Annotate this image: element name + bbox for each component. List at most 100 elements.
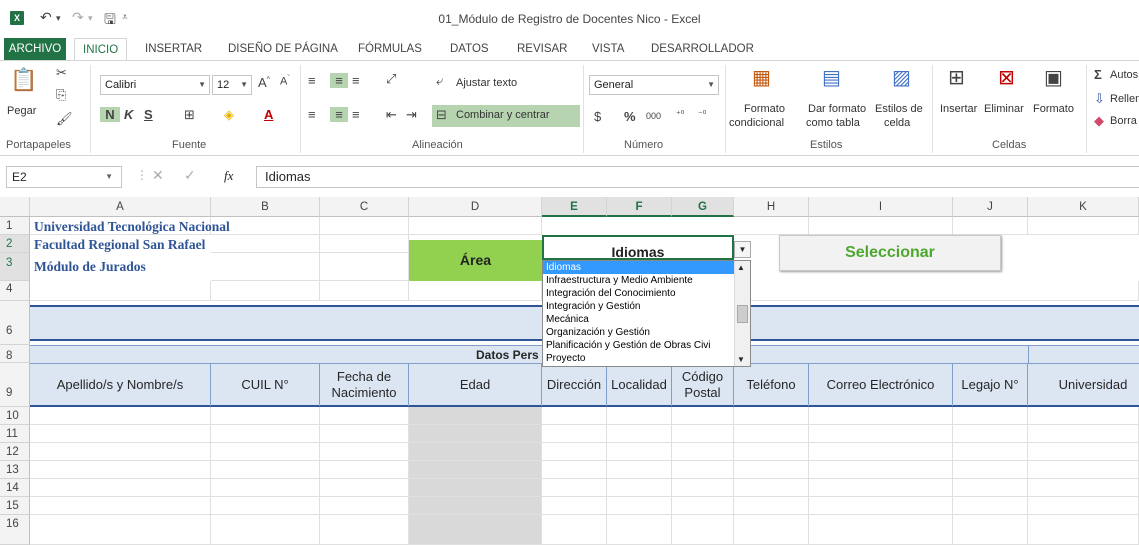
cell[interactable]: [211, 235, 320, 253]
table-cell[interactable]: [734, 515, 809, 545]
table-cell[interactable]: [30, 461, 211, 479]
orientation-icon[interactable]: ⤢: [386, 71, 396, 87]
increase-indent-icon[interactable]: ⇥: [406, 107, 417, 123]
format-as-table-icon[interactable]: ▤: [822, 65, 841, 90]
tab-formulas[interactable]: FÓRMULAS: [358, 38, 422, 60]
insert-cells-button[interactable]: Insertar: [940, 103, 977, 115]
align-bottom-icon[interactable]: ≡: [352, 73, 360, 88]
clear-icon[interactable]: ◆: [1094, 113, 1104, 129]
table-cell[interactable]: [953, 479, 1028, 497]
table-cell[interactable]: [320, 479, 409, 497]
row-header-13[interactable]: 13: [0, 461, 30, 479]
table-cell[interactable]: [211, 425, 320, 443]
table-cell[interactable]: [409, 479, 542, 497]
table-cell[interactable]: [542, 497, 607, 515]
scroll-up-icon[interactable]: ▲: [737, 263, 745, 272]
table-cell[interactable]: [1028, 497, 1139, 515]
dropdown-item[interactable]: Infraestructura y Medio Ambiente: [543, 274, 735, 287]
column-header-i[interactable]: I: [809, 197, 953, 217]
number-format-combo[interactable]: General ▼: [589, 75, 719, 95]
enter-icon[interactable]: ✓: [184, 167, 196, 184]
font-name-combo[interactable]: Calibri ▼: [100, 75, 210, 95]
row-header-2[interactable]: 2: [0, 235, 30, 253]
percent-button[interactable]: %: [624, 109, 636, 124]
row-header-16[interactable]: 16: [0, 515, 30, 545]
dropdown-scrollbar[interactable]: ▲ ▼: [734, 261, 750, 366]
column-header-a[interactable]: A: [30, 197, 211, 217]
table-cell[interactable]: [320, 515, 409, 545]
dropdown-item[interactable]: Mecánica: [543, 313, 735, 326]
table-cell[interactable]: [607, 479, 672, 497]
table-cell[interactable]: [734, 479, 809, 497]
table-cell[interactable]: [211, 407, 320, 425]
decrease-decimal-icon[interactable]: ⁻⁰: [698, 109, 706, 120]
table-cell[interactable]: [1028, 515, 1139, 545]
tab-revisar[interactable]: REVISAR: [517, 38, 568, 60]
table-cell[interactable]: [30, 407, 211, 425]
table-cell[interactable]: [672, 425, 734, 443]
column-header-f[interactable]: F: [607, 197, 672, 217]
insert-cells-icon[interactable]: ⊞: [948, 65, 965, 90]
cell[interactable]: [211, 281, 320, 301]
autosum-button[interactable]: Autos: [1110, 69, 1138, 81]
cell-styles-label-1[interactable]: Estilos de: [875, 103, 923, 115]
row-header-14[interactable]: 14: [0, 479, 30, 497]
table-cell[interactable]: [1028, 479, 1139, 497]
table-cell[interactable]: [320, 407, 409, 425]
table-cell[interactable]: [672, 407, 734, 425]
table-cell[interactable]: [734, 425, 809, 443]
table-cell[interactable]: [542, 407, 607, 425]
dropdown-item[interactable]: Planificación y Gestión de Obras Civi: [543, 339, 735, 352]
table-cell[interactable]: [734, 407, 809, 425]
table-cell[interactable]: [953, 515, 1028, 545]
tab-diseno-pagina[interactable]: DISEÑO DE PÁGINA: [228, 38, 338, 60]
scroll-thumb[interactable]: [737, 305, 748, 323]
table-cell[interactable]: [734, 497, 809, 515]
table-cell[interactable]: [672, 479, 734, 497]
table-cell[interactable]: [409, 497, 542, 515]
row-header-10[interactable]: 10: [0, 407, 30, 425]
table-cell[interactable]: [809, 443, 953, 461]
copy-icon[interactable]: ⎘: [56, 87, 66, 103]
formula-input[interactable]: Idiomas: [256, 166, 1139, 188]
autosum-icon[interactable]: Σ: [1094, 67, 1102, 82]
format-cells-button[interactable]: Formato: [1033, 103, 1074, 115]
table-cell[interactable]: [211, 497, 320, 515]
row-header-9[interactable]: 9: [0, 363, 30, 407]
dropdown-item[interactable]: Idiomas: [543, 261, 735, 274]
cell-styles-icon[interactable]: ▨: [892, 65, 911, 90]
table-cell[interactable]: [672, 443, 734, 461]
conditional-format-label-1[interactable]: Formato: [744, 103, 785, 115]
fill-icon[interactable]: ⇩: [1094, 91, 1105, 107]
wrap-text-button[interactable]: Ajustar texto: [456, 77, 517, 89]
increase-decimal-icon[interactable]: ⁺⁰: [676, 109, 684, 120]
cell[interactable]: [409, 281, 542, 301]
cell[interactable]: [734, 217, 809, 235]
table-cell[interactable]: [607, 515, 672, 545]
table-cell[interactable]: [953, 497, 1028, 515]
format-as-table-label-1[interactable]: Dar formato: [808, 103, 866, 115]
thousands-button[interactable]: 000: [646, 111, 661, 121]
table-cell[interactable]: [953, 461, 1028, 479]
table-cell[interactable]: [211, 479, 320, 497]
cell[interactable]: [734, 281, 1139, 301]
table-cell[interactable]: [1028, 425, 1139, 443]
cell[interactable]: [320, 281, 409, 301]
table-cell[interactable]: [672, 497, 734, 515]
table-cell[interactable]: [607, 425, 672, 443]
font-color-icon[interactable]: A: [264, 107, 273, 122]
table-cell[interactable]: [320, 461, 409, 479]
table-cell[interactable]: [320, 443, 409, 461]
column-header-e[interactable]: E: [542, 197, 607, 217]
cell[interactable]: [30, 281, 211, 301]
table-cell[interactable]: [953, 407, 1028, 425]
align-right-icon[interactable]: ≡: [352, 107, 360, 122]
paste-button[interactable]: Pegar: [7, 105, 36, 117]
table-cell[interactable]: [672, 461, 734, 479]
row-header-1[interactable]: 1: [0, 217, 30, 235]
scroll-down-icon[interactable]: ▼: [737, 355, 745, 364]
wrap-text-icon[interactable]: ⤶: [436, 73, 443, 89]
dropdown-item[interactable]: Integración y Gestión: [543, 300, 735, 313]
cut-icon[interactable]: ✂: [56, 65, 67, 81]
row-header-11[interactable]: 11: [0, 425, 30, 443]
